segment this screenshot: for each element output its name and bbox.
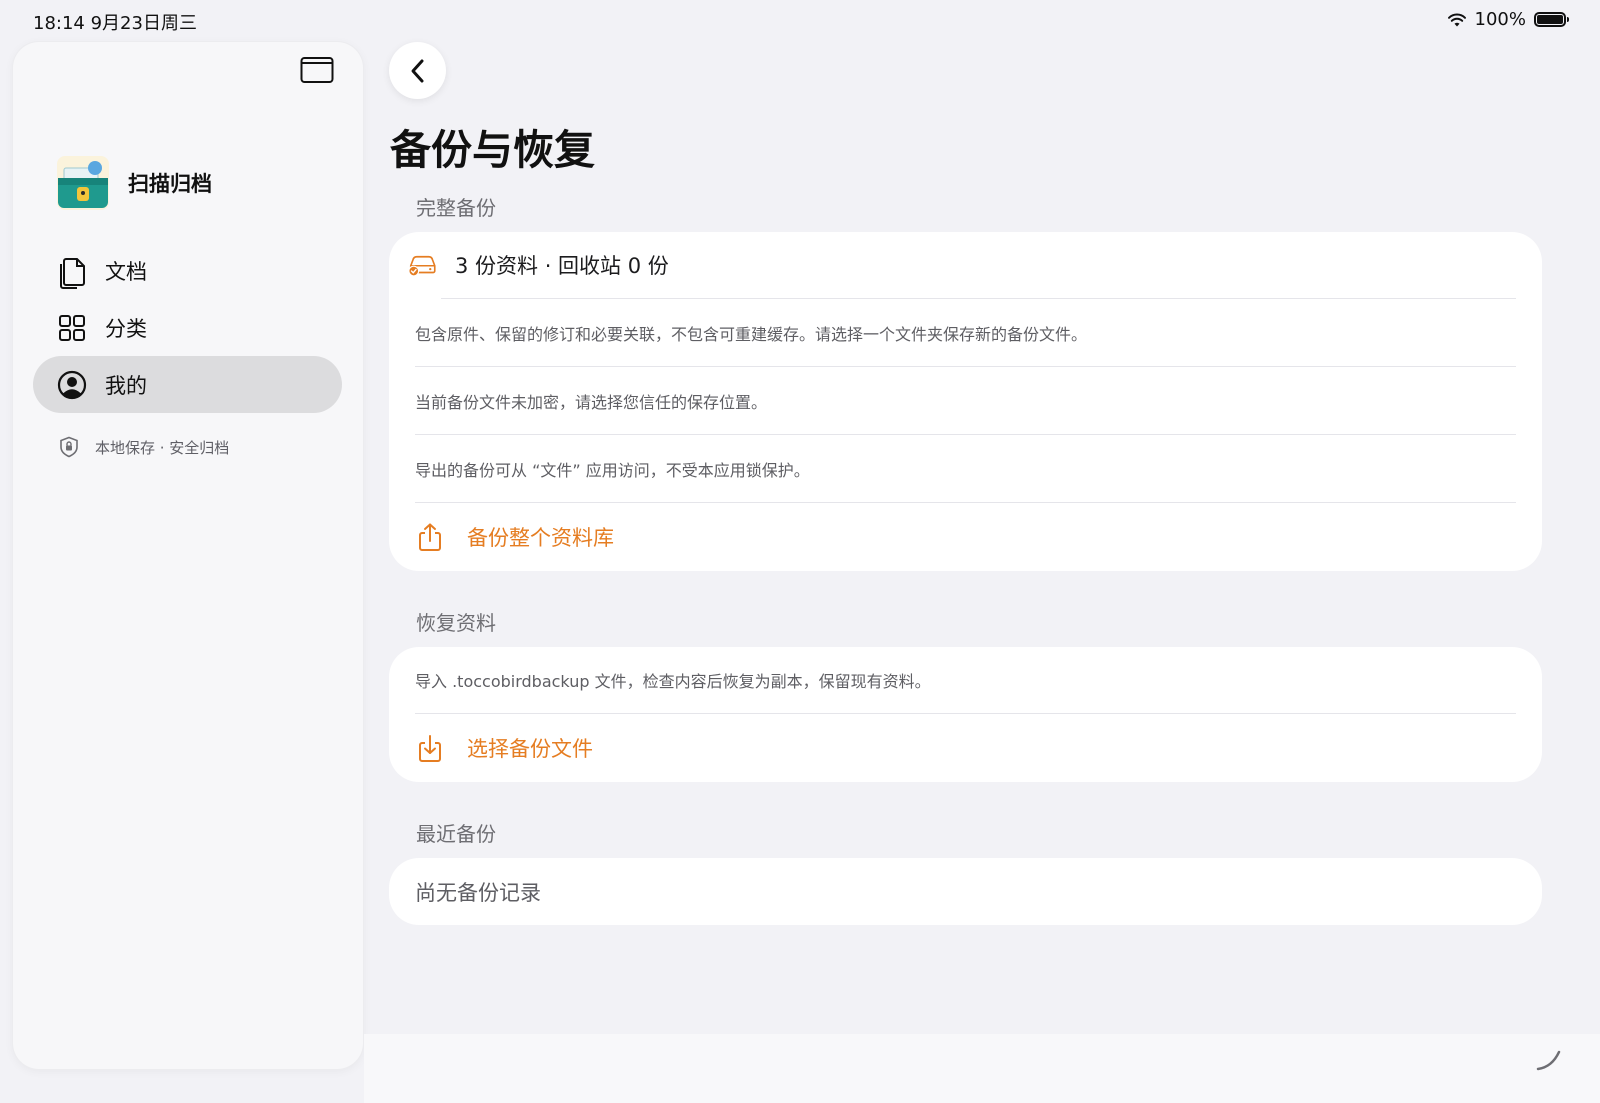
backup-note-row: 当前备份文件未加密，请选择您信任的保存位置。 — [415, 367, 1516, 435]
status-time: 18:14 9月23日周三 — [33, 13, 197, 34]
window-resize-handle-icon[interactable] — [1534, 1043, 1564, 1073]
drive-check-icon — [408, 255, 436, 277]
app-logo-icon — [57, 156, 109, 210]
backup-note-row: 包含原件、保留的修订和必要关联，不包含可重建缓存。请选择一个文件夹保存新的备份文… — [415, 299, 1516, 367]
restore-note-row: 导入 .toccobirdbackup 文件，检查内容后恢复为副本，保留现有资料… — [415, 647, 1516, 714]
person-circle-icon — [57, 370, 87, 400]
sidebar-toggle-button[interactable] — [300, 56, 334, 84]
backup-note: 当前备份文件未加密，请选择您信任的保存位置。 — [415, 392, 768, 412]
status-bar: 18:14 9月23日周三 100% — [0, 0, 1600, 42]
grid-icon — [57, 313, 87, 343]
battery-icon — [1534, 12, 1569, 27]
restore-card: 导入 .toccobirdbackup 文件，检查内容后恢复为副本，保留现有资料… — [389, 647, 1542, 782]
sidebar-footer-text: 本地保存 · 安全归档 — [95, 438, 230, 457]
backup-note: 导出的备份可从 “文件” 应用访问，不受本应用锁保护。 — [415, 460, 810, 480]
backup-library-button[interactable]: 备份整个资料库 — [415, 522, 614, 552]
restore-action-row: 选择备份文件 — [415, 714, 1516, 782]
back-button[interactable] — [389, 42, 446, 99]
share-icon — [419, 523, 441, 551]
backup-note: 包含原件、保留的修订和必要关联，不包含可重建缓存。请选择一个文件夹保存新的备份文… — [415, 324, 1088, 344]
chevron-left-icon — [411, 59, 423, 82]
choose-backup-file-label: 选择备份文件 — [467, 737, 593, 761]
backup-note-row: 导出的备份可从 “文件” 应用访问，不受本应用锁保护。 — [415, 435, 1516, 503]
wifi-icon — [1447, 13, 1466, 26]
sidebar-item-label: 文档 — [105, 259, 147, 284]
backup-action-row: 备份整个资料库 — [415, 503, 1516, 571]
section-title-recent: 最近备份 — [416, 822, 496, 846]
backup-summary-row: 3 份资料 · 回收站 0 份 — [408, 232, 1516, 299]
sidebar-item-categories[interactable]: 分类 — [33, 299, 342, 356]
backup-library-label: 备份整个资料库 — [467, 526, 614, 550]
sidebar-footer: 本地保存 · 安全归档 — [59, 436, 229, 458]
battery-percent: 100% — [1474, 9, 1526, 30]
shield-lock-icon — [60, 436, 78, 458]
full-backup-card: 3 份资料 · 回收站 0 份 包含原件、保留的修订和必要关联，不包含可重建缓存… — [389, 232, 1542, 571]
sidebar-nav: 文档 分类 我的 — [33, 242, 342, 413]
sidebar: 扫描归档 文档 分类 我的 本地保存 · 安全归档 — [13, 42, 363, 1069]
documents-icon — [57, 256, 87, 289]
page-title: 备份与恢复 — [390, 126, 595, 174]
sidebar-item-label: 分类 — [105, 316, 147, 341]
sidebar-item-documents[interactable]: 文档 — [33, 242, 342, 299]
download-icon — [419, 735, 441, 762]
choose-backup-file-button[interactable]: 选择备份文件 — [415, 733, 593, 763]
app-name: 扫描归档 — [128, 172, 212, 196]
recent-backups-card: 尚无备份记录 — [389, 858, 1542, 925]
sidebar-item-mine[interactable]: 我的 — [33, 356, 342, 413]
section-title-full-backup: 完整备份 — [416, 196, 496, 220]
status-indicators: 100% — [1447, 9, 1569, 30]
backup-summary-text: 3 份资料 · 回收站 0 份 — [455, 254, 669, 278]
app-header: 扫描归档 — [55, 154, 212, 212]
recent-empty-row: 尚无备份记录 — [415, 858, 1516, 925]
recent-empty-text: 尚无备份记录 — [415, 880, 541, 905]
bottom-toolbar-area — [364, 1034, 1600, 1103]
section-title-restore: 恢复资料 — [416, 611, 496, 635]
restore-note: 导入 .toccobirdbackup 文件，检查内容后恢复为副本，保留现有资料… — [415, 672, 931, 691]
sidebar-icon — [300, 57, 334, 83]
sidebar-item-label: 我的 — [105, 373, 147, 398]
backup-summary: 3 份资料 · 回收站 0 份 — [407, 250, 669, 280]
